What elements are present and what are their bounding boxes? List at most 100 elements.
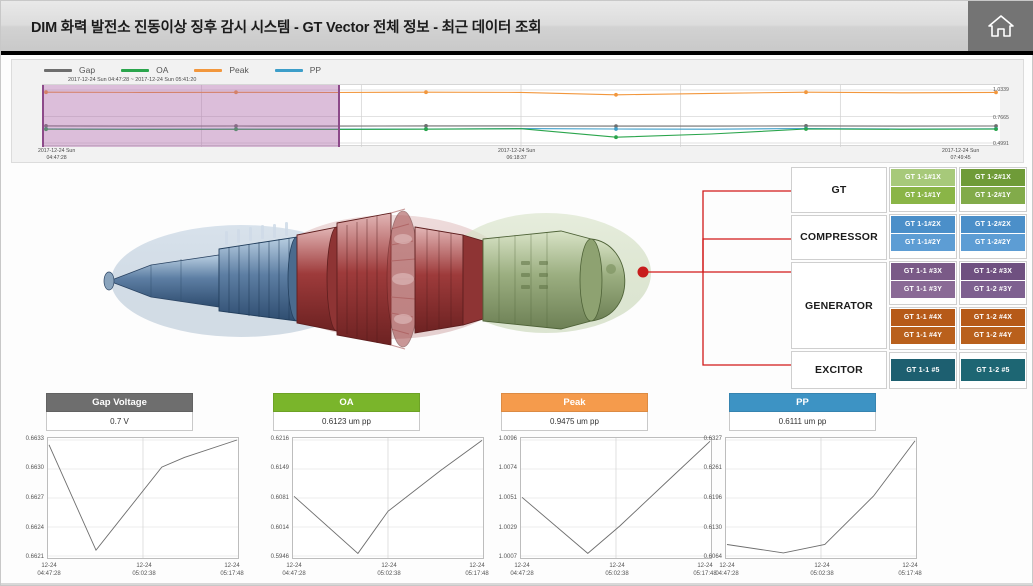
sensor-group-gt[interactable]: GT <box>791 167 887 213</box>
overview-y-tick: 0.4991 <box>993 141 1009 147</box>
overview-x-tick: 2017-12-24 Sun 07:49:45 <box>942 148 979 162</box>
mini-x-tick: 12-24 04:47:28 <box>510 562 533 578</box>
sensor-cell-gt-1-2-stage5: GT 1-2 #5 <box>959 351 1027 389</box>
mini-chart-oa: 0.6216 0.6149 0.6081 0.6014 0.5946 12-24… <box>246 436 494 579</box>
legend-item-oa[interactable]: OA <box>121 65 168 75</box>
overview-brush-selection[interactable] <box>42 85 340 147</box>
page-title: DIM 화력 발전소 진동이상 징후 감시 시스템 - GT Vector 전체… <box>31 19 542 36</box>
mini-x-tick-label: 12-24 05:02:38 <box>132 563 156 578</box>
sensor-button-gt-1-1-4x[interactable]: GT 1-1 #4X <box>891 308 955 326</box>
mini-x-tick: 12-24 05:02:38 <box>810 562 833 578</box>
legend-label-oa: OA <box>156 65 169 75</box>
sensor-connector-lines <box>641 169 801 379</box>
sensor-selection-panel: GT COMPRESSOR GENERATOR EXCITOR GT 1-1#1… <box>791 167 1027 389</box>
overview-y-axis: 1.0339 0.7665 0.4991 <box>991 84 1021 147</box>
stat-card-value: 0.9475 um pp <box>501 412 648 431</box>
mini-x-tick-label: 12-24 05:17:48 <box>220 563 244 578</box>
sensor-button-gt-1-2-5[interactable]: GT 1-2 #5 <box>961 359 1025 382</box>
overview-plot[interactable] <box>42 84 1000 147</box>
mini-y-tick: 0.6633 <box>25 436 44 442</box>
mini-plot[interactable] <box>292 437 484 559</box>
legend-item-pp[interactable]: PP <box>274 65 322 75</box>
mini-y-tick: 1.0074 <box>498 465 517 471</box>
stat-card-pp: PP 0.6111 um pp <box>729 393 876 431</box>
sensor-button-gt-1-2-1y[interactable]: GT 1-2#1Y <box>961 187 1025 204</box>
mini-x-tick: 12-24 05:02:38 <box>377 562 400 578</box>
sensor-button-gt-1-2-3x[interactable]: GT 1-2 #3X <box>961 263 1025 281</box>
overview-x-tick: 2017-12-24 Sun 04:47:28 <box>38 148 75 162</box>
mini-x-tick-label: 12-24 04:47:28 <box>715 563 739 578</box>
mini-y-tick: 0.6327 <box>703 436 722 442</box>
sensor-button-gt-1-1-2y[interactable]: GT 1-1#2Y <box>891 234 955 252</box>
mini-x-tick-label: 12-24 04:47:28 <box>282 563 306 578</box>
legend-swatch-oa <box>121 68 150 72</box>
mini-x-tick: 12-24 05:02:38 <box>132 562 155 578</box>
sensor-button-gt-1-1-3y[interactable]: GT 1-1 #3Y <box>891 281 955 299</box>
stat-card-gap-voltage: Gap Voltage 0.7 V <box>46 393 193 431</box>
gas-turbine-diagram <box>91 169 671 379</box>
legend-label-pp: PP <box>309 65 322 75</box>
sensor-group-generator[interactable]: GENERATOR <box>791 262 887 350</box>
mini-y-tick: 0.6014 <box>270 525 289 531</box>
mini-x-tick: 12-24 05:17:48 <box>220 562 243 578</box>
mini-y-tick: 0.6149 <box>270 465 289 471</box>
stat-card-value: 0.7 V <box>46 412 193 431</box>
sensor-button-gt-1-2-4x[interactable]: GT 1-2 #4X <box>961 308 1025 326</box>
mini-y-tick: 0.6630 <box>25 465 44 471</box>
mini-y-axis: 0.6216 0.6149 0.6081 0.6014 0.5946 <box>246 436 292 560</box>
sensor-button-gt-1-1-3x[interactable]: GT 1-1 #3X <box>891 263 955 281</box>
legend-item-gap[interactable]: Gap <box>44 65 95 75</box>
sensor-group-excitor[interactable]: EXCITOR <box>791 351 887 389</box>
sensor-button-gt-1-1-4y[interactable]: GT 1-1 #4Y <box>891 326 955 344</box>
mini-x-tick-label: 12-24 05:02:38 <box>377 563 401 578</box>
mini-y-tick: 0.6624 <box>25 525 44 531</box>
sensor-cell-gt-1-2-stage2: GT 1-2#2X GT 1-2#2Y <box>959 214 1027 260</box>
sensor-column-gt-1-1: GT 1-1#1X GT 1-1#1Y GT 1-1#2X GT 1-1#2Y … <box>889 167 957 389</box>
overview-x-tick-date: 2017-12-24 Sun 07:49:45 <box>942 148 980 162</box>
sensor-button-gt-1-2-1x[interactable]: GT 1-2#1X <box>961 169 1025 186</box>
mini-y-tick: 1.0007 <box>498 554 517 560</box>
sensor-button-gt-1-1-1y[interactable]: GT 1-1#1Y <box>891 187 955 204</box>
mini-y-tick: 0.6196 <box>703 495 722 501</box>
sensor-button-gt-1-2-3y[interactable]: GT 1-2 #3Y <box>961 281 1025 299</box>
sensor-button-gt-1-2-2y[interactable]: GT 1-2#2Y <box>961 234 1025 252</box>
mini-plot[interactable] <box>725 437 917 559</box>
overview-chart-panel: Gap OA Peak PP 2017-12-24 Sun 04:47:28 ~… <box>11 59 1024 163</box>
sensor-button-gt-1-1-5[interactable]: GT 1-1 #5 <box>891 359 955 382</box>
stat-card-title: PP <box>729 393 876 412</box>
sensor-button-gt-1-1-1x[interactable]: GT 1-1#1X <box>891 169 955 186</box>
overview-x-tick-date: 2017-12-24 Sun 06:18:37 <box>498 148 536 162</box>
sensor-group-compressor[interactable]: COMPRESSOR <box>791 214 887 261</box>
home-button[interactable] <box>968 1 1033 51</box>
mini-y-tick: 0.6216 <box>270 436 289 442</box>
sensor-button-gt-1-1-2x[interactable]: GT 1-1#2X <box>891 216 955 234</box>
legend-item-peak[interactable]: Peak <box>194 65 249 75</box>
footer-divider <box>1 583 1033 585</box>
mini-y-tick: 0.5946 <box>270 554 289 560</box>
mini-y-tick: 0.6081 <box>270 495 289 501</box>
mini-x-tick: 12-24 04:47:28 <box>715 562 738 578</box>
gas-turbine-illustration <box>103 208 651 350</box>
sensor-button-gt-1-2-2x[interactable]: GT 1-2#2X <box>961 216 1025 234</box>
mini-x-tick-label: 12-24 04:47:28 <box>510 563 534 578</box>
stat-card-title: Gap Voltage <box>46 393 193 412</box>
mini-x-tick: 12-24 04:47:28 <box>37 562 60 578</box>
sensor-button-gt-1-2-4y[interactable]: GT 1-2 #4Y <box>961 326 1025 344</box>
mini-y-axis: 1.0096 1.0074 1.0051 1.0029 1.0007 <box>474 436 520 560</box>
overview-y-tick: 0.7665 <box>993 115 1009 121</box>
selected-range-label: 2017-12-24 Sun 04:47:28 ~ 2017-12-24 Sun… <box>68 77 197 83</box>
mini-x-tick-label: 12-24 05:02:38 <box>810 563 834 578</box>
overview-x-tick: 2017-12-24 Sun 06:18:37 <box>498 148 535 162</box>
legend-label-peak: Peak <box>229 65 249 75</box>
mini-chart-pp: 0.6327 0.6261 0.6196 0.6130 0.6064 12-24… <box>679 436 931 579</box>
overview-y-tick: 1.0339 <box>993 87 1009 93</box>
sensor-cell-gt-1-2-stage3: GT 1-2 #3X GT 1-2 #3Y <box>959 261 1027 305</box>
mini-plot[interactable] <box>47 437 239 559</box>
sensor-group-column: GT COMPRESSOR GENERATOR EXCITOR <box>791 167 887 389</box>
app-header: DIM 화력 발전소 진동이상 징후 감시 시스템 - GT Vector 전체… <box>1 1 1033 55</box>
mini-x-tick: 12-24 05:02:38 <box>605 562 628 578</box>
mini-y-tick: 0.6621 <box>25 554 44 560</box>
sensor-cell-gt-1-1-stage2: GT 1-1#2X GT 1-1#2Y <box>889 214 957 260</box>
stat-card-title: Peak <box>501 393 648 412</box>
chart-legend: Gap OA Peak PP <box>44 65 321 75</box>
